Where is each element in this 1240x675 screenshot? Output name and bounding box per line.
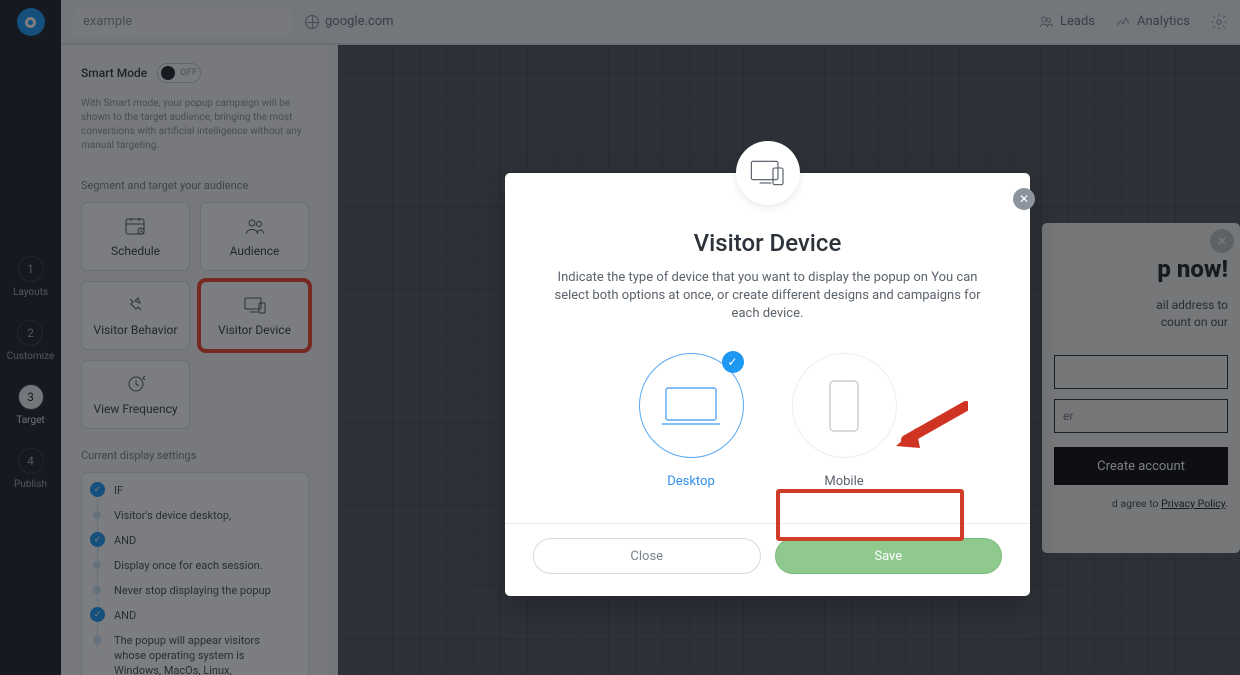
- modal-title: Visitor Device: [541, 229, 994, 257]
- modal-save-button[interactable]: Save: [775, 538, 1003, 574]
- device-label-desktop: Desktop: [667, 474, 715, 489]
- device-label-mobile: Mobile: [824, 474, 863, 489]
- device-option-desktop[interactable]: Desktop: [639, 353, 744, 489]
- modal-header-icon: [736, 141, 800, 205]
- modal-close-icon[interactable]: ✕: [1013, 188, 1035, 210]
- modal-description: Indicate the type of device that you wan…: [541, 269, 994, 323]
- selected-check-icon: [722, 351, 744, 373]
- modal-close-button[interactable]: Close: [533, 538, 761, 574]
- visitor-device-modal: ✕ Visitor Device Indicate the type of de…: [505, 173, 1030, 596]
- device-option-mobile[interactable]: Mobile: [792, 353, 897, 489]
